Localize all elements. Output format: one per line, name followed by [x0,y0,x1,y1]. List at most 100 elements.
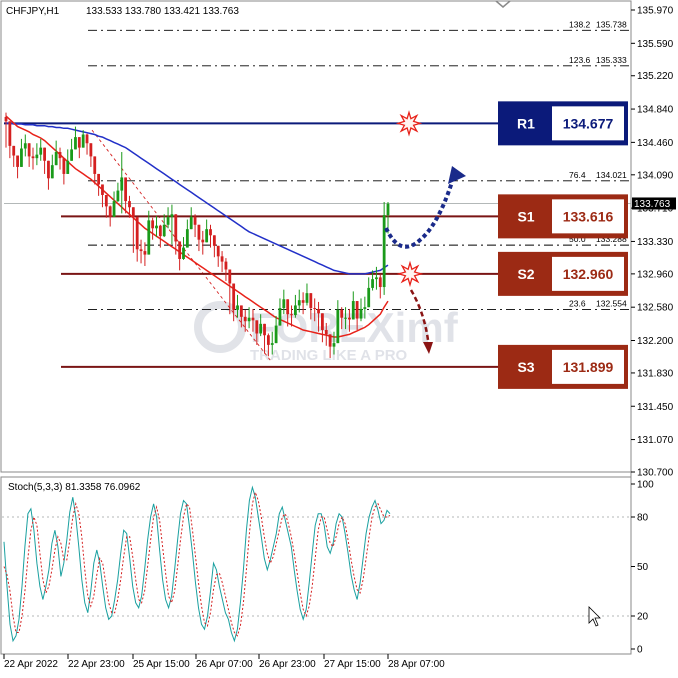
breakout-burst-icon [395,110,423,137]
time-axis-label: 26 Apr 07:00 [196,659,253,670]
candle-body [189,216,193,230]
chart-area: FOREXimf TRADING LIKE A PRO CHFJPY,H1 13… [0,0,678,678]
fib-level-price: 135.738 [596,19,627,29]
candle-body [143,251,147,255]
level-value: 132.960 [563,266,614,282]
candle-body [62,158,66,174]
price-axis-tick-label: 134.840 [637,105,674,116]
fib-level-price: 135.333 [596,55,627,65]
candle-body [8,121,12,146]
candle-body [50,165,54,179]
candle-body [16,155,19,167]
candle-body [247,317,251,322]
stoch-axis-tick-label: 20 [637,612,649,623]
candle-body [324,329,328,335]
candle-body [263,323,266,336]
candle-body [74,137,77,150]
stoch-axis-tick-label: 100 [637,480,654,491]
candle-body [185,229,189,248]
candle-body [251,317,255,321]
candle-body [216,245,220,257]
candle-body [124,177,128,202]
candle-body [85,134,89,144]
time-axis-label: 26 Apr 23:00 [259,659,316,670]
candle-body [278,308,282,326]
candle-body [232,283,236,310]
candle-body [355,301,359,319]
price-axis-tick-label: 135.590 [637,39,674,50]
level-label: S2 [517,266,534,282]
candle-body [135,216,139,250]
candle-body [321,313,324,330]
candle-body [386,203,390,216]
candle-body [162,224,166,237]
candle-body [344,317,347,319]
candle-body [58,152,62,159]
candle-body [112,201,116,217]
chart-symbol: CHFJPY,H1 [6,6,60,17]
candle-body [255,320,259,334]
fib-level-ratio: 123.6 [569,55,591,65]
candle-body [301,300,305,303]
level-label: S3 [517,359,534,375]
candle-body [228,269,232,284]
candle-body [382,215,386,288]
stoch-title: Stoch(5,3,3) 81.3358 76.0962 [8,482,141,493]
candle-body [31,156,35,159]
fib-level-ratio: 23.6 [569,298,586,308]
candle-body [178,241,182,259]
candle-body [170,214,174,217]
candle-body [293,305,297,316]
time-axis-label: 22 Apr 23:00 [68,659,125,670]
candle-body [20,148,23,167]
price-axis-tick-label: 135.970 [637,6,674,17]
candle-body [297,300,301,306]
candle-body [151,220,155,229]
level-label: S1 [517,208,534,224]
candle-body [305,293,309,303]
time-axis-label: 27 Apr 15:00 [324,659,381,670]
candle-body [4,116,8,122]
price-axis-tick-label: 131.070 [637,435,674,446]
candle-body [39,147,43,155]
level-value: 133.616 [563,208,614,224]
candle-body [101,184,104,195]
candle-body [340,309,344,318]
fib-level-price: 132.554 [596,298,627,308]
candle-body [12,145,16,156]
candle-body [205,229,209,243]
candle-body [290,314,293,316]
fib-level-ratio: 76.4 [569,170,586,180]
chart-ohlc: 133.533 133.780 133.421 133.763 [86,6,239,17]
candle-body [97,173,101,185]
candle-body [313,308,317,310]
candle-body [259,323,263,334]
candle-body [193,216,197,225]
level-label: R1 [517,115,535,131]
candle-body [274,325,278,344]
candle-body [197,224,201,240]
candle-body [270,343,274,345]
candle-body [348,317,351,320]
candle-body [139,249,143,252]
breakdown-burst-icon [396,260,424,288]
candle-body [336,309,340,344]
stoch-axis-tick-label: 50 [637,562,649,573]
fib-level-price: 134.021 [596,170,627,180]
candle-body [209,229,212,236]
current-price-label: 133.763 [634,199,671,210]
level-value: 134.677 [563,115,614,131]
price-axis-tick-label: 130.700 [637,468,674,479]
candle-body [70,149,73,161]
candle-body [351,301,355,320]
candle-body [93,156,97,174]
candle-body [243,316,247,322]
watermark-tagline: TRADING LIKE A PRO [250,347,408,364]
candle-body [128,201,131,208]
candle-body [131,207,135,217]
time-axis-label: 22 Apr 2022 [4,659,58,670]
price-axis-tick-label: 131.830 [637,368,674,379]
candle-body [77,137,81,148]
candle-body [201,239,205,243]
price-axis-tick-label: 132.960 [637,269,674,280]
